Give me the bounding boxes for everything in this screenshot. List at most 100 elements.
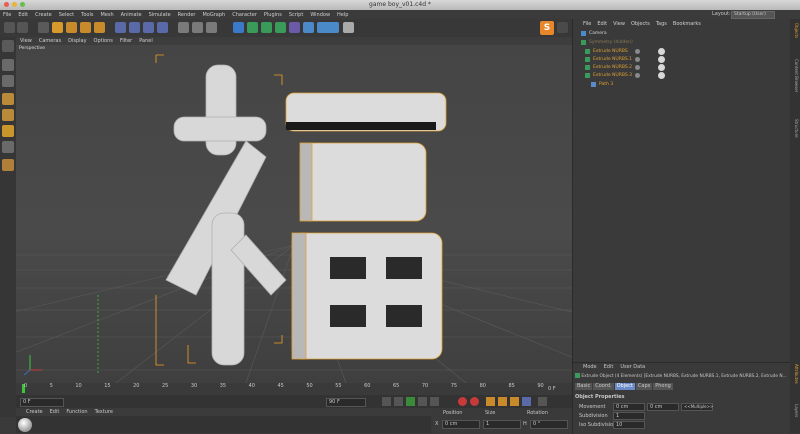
material-tag-icon[interactable] [658, 48, 665, 55]
object-menu-edit[interactable]: Edit [597, 21, 607, 27]
menu-help[interactable]: Help [337, 12, 348, 18]
layout-select[interactable]: Startup (User) [731, 11, 775, 19]
timeline-ruler[interactable]: 0 5 10 15 20 25 30 35 40 45 50 55 60 65 … [16, 383, 572, 395]
menu-file[interactable]: File [3, 12, 11, 18]
tab-object[interactable]: Object [614, 383, 635, 390]
object-row-camera[interactable]: Camera [573, 30, 791, 37]
end-frame-field[interactable]: 90 F [326, 398, 366, 407]
attribute-menu-edit[interactable]: Edit [604, 364, 614, 370]
material-manager[interactable] [16, 416, 431, 433]
perspective-viewport[interactable]: Perspective [16, 45, 572, 383]
viewport-menu-view[interactable]: View [20, 38, 32, 44]
x-axis-icon[interactable] [115, 22, 126, 33]
material-tag-icon[interactable] [658, 56, 665, 63]
polygons-mode-icon[interactable] [2, 125, 14, 137]
start-frame-field[interactable]: 0 F [20, 398, 64, 407]
tab-attributes[interactable]: Attributes [791, 364, 799, 384]
menu-render[interactable]: Render [178, 12, 196, 18]
key-scale-icon[interactable] [498, 397, 507, 406]
material-tag-icon[interactable] [658, 64, 665, 71]
viewport-menu-panel[interactable]: Panel [139, 38, 153, 44]
points-mode-icon[interactable] [2, 93, 14, 105]
autokey-icon[interactable] [470, 397, 479, 406]
movement-y-field[interactable]: 0 cm [647, 403, 679, 411]
floor-icon[interactable] [303, 22, 314, 33]
material-tag-icon[interactable] [658, 72, 665, 79]
move-icon[interactable] [52, 22, 63, 33]
menu-plugins[interactable]: Plugins [264, 12, 282, 18]
live-select-icon[interactable] [38, 22, 49, 33]
record-icon[interactable] [458, 397, 467, 406]
object-row-extrude-1[interactable]: Extrude NURBS.1 [573, 56, 791, 63]
coords-x-position-field[interactable]: 0 cm [442, 420, 480, 429]
subdivision-field[interactable]: 1 [613, 412, 645, 420]
menu-character[interactable]: Character [232, 12, 257, 18]
object-menu-file[interactable]: File [583, 21, 591, 27]
object-row-extrude-3[interactable]: Extrude NURBS.3 [573, 72, 791, 79]
redo-icon[interactable] [17, 22, 28, 33]
attribute-menu-mode[interactable]: Mode [583, 364, 597, 370]
phong-tag-icon[interactable] [635, 57, 640, 62]
material-swatch[interactable] [18, 418, 32, 432]
phong-tag-icon[interactable] [635, 73, 640, 78]
material-menu-create[interactable]: Create [26, 409, 43, 415]
phong-tag-icon[interactable] [635, 65, 640, 70]
object-menu-tags[interactable]: Tags [656, 21, 667, 27]
tab-content-browser[interactable]: Content Browser [791, 59, 799, 92]
last-tool-icon[interactable] [94, 22, 105, 33]
material-menu-edit[interactable]: Edit [50, 409, 60, 415]
sketch-toon-icon[interactable]: S [540, 21, 554, 35]
menu-mograph[interactable]: MoGraph [202, 12, 225, 18]
render-view-icon[interactable] [178, 22, 189, 33]
play-icon[interactable] [406, 397, 415, 406]
model-mode-icon[interactable] [2, 59, 14, 71]
material-menu-texture[interactable]: Texture [95, 409, 113, 415]
tab-basic[interactable]: Basic [575, 383, 593, 390]
material-menu-function[interactable]: Function [66, 409, 87, 415]
iso-subdivision-field[interactable]: 10 [613, 421, 645, 429]
viewport-menu-filter[interactable]: Filter [120, 38, 132, 44]
tab-phong[interactable]: Phong [653, 383, 673, 390]
phong-tag-icon[interactable] [635, 49, 640, 54]
tab-objects[interactable]: Objects [791, 23, 799, 38]
viewport-menu-display[interactable]: Display [68, 38, 86, 44]
edges-mode-icon[interactable] [2, 109, 14, 121]
world-coords-icon[interactable] [157, 22, 168, 33]
menu-script[interactable]: Script [289, 12, 304, 18]
menu-create[interactable]: Create [35, 12, 52, 18]
object-menu-bookmarks[interactable]: Bookmarks [673, 21, 701, 27]
make-editable-icon[interactable] [2, 40, 14, 52]
tab-layers[interactable]: Layers [791, 404, 799, 417]
object-row-path[interactable]: Path 3 [573, 81, 791, 88]
menu-window[interactable]: Window [310, 12, 330, 18]
menu-tools[interactable]: Tools [81, 12, 93, 18]
viewport-menu-options[interactable]: Options [94, 38, 113, 44]
array-icon[interactable] [275, 22, 286, 33]
render-picture-viewer-icon[interactable] [192, 22, 203, 33]
goto-start-icon[interactable] [382, 397, 391, 406]
enable-axis-icon[interactable] [2, 141, 14, 153]
movement-z-field[interactable]: <<Multiple>> [681, 403, 713, 411]
y-axis-icon[interactable] [129, 22, 140, 33]
deformer-icon[interactable] [289, 22, 300, 33]
menu-select[interactable]: Select [59, 12, 74, 18]
panel-layout-icon[interactable] [557, 22, 568, 33]
tab-coord[interactable]: Coord. [593, 383, 614, 390]
subdivision-surface-icon[interactable] [261, 22, 272, 33]
object-row-extrude[interactable]: Extrude NURBS [573, 48, 791, 55]
menu-animate[interactable]: Animate [121, 12, 142, 18]
undo-icon[interactable] [4, 22, 15, 33]
key-param-icon[interactable] [522, 397, 531, 406]
timeline-window-icon[interactable] [538, 397, 547, 406]
coords-h-rotation-field[interactable]: 0 ° [530, 420, 568, 429]
snap-icon[interactable] [2, 159, 14, 171]
prev-frame-icon[interactable] [394, 397, 403, 406]
viewport-menu-cameras[interactable]: Cameras [39, 38, 61, 44]
object-row-extrude-2[interactable]: Extrude NURBS.2 [573, 64, 791, 71]
next-frame-icon[interactable] [418, 397, 427, 406]
object-menu-objects[interactable]: Objects [631, 21, 650, 27]
scale-icon[interactable] [66, 22, 77, 33]
goto-end-icon[interactable] [430, 397, 439, 406]
menu-edit[interactable]: Edit [18, 12, 28, 18]
key-rotation-icon[interactable] [510, 397, 519, 406]
